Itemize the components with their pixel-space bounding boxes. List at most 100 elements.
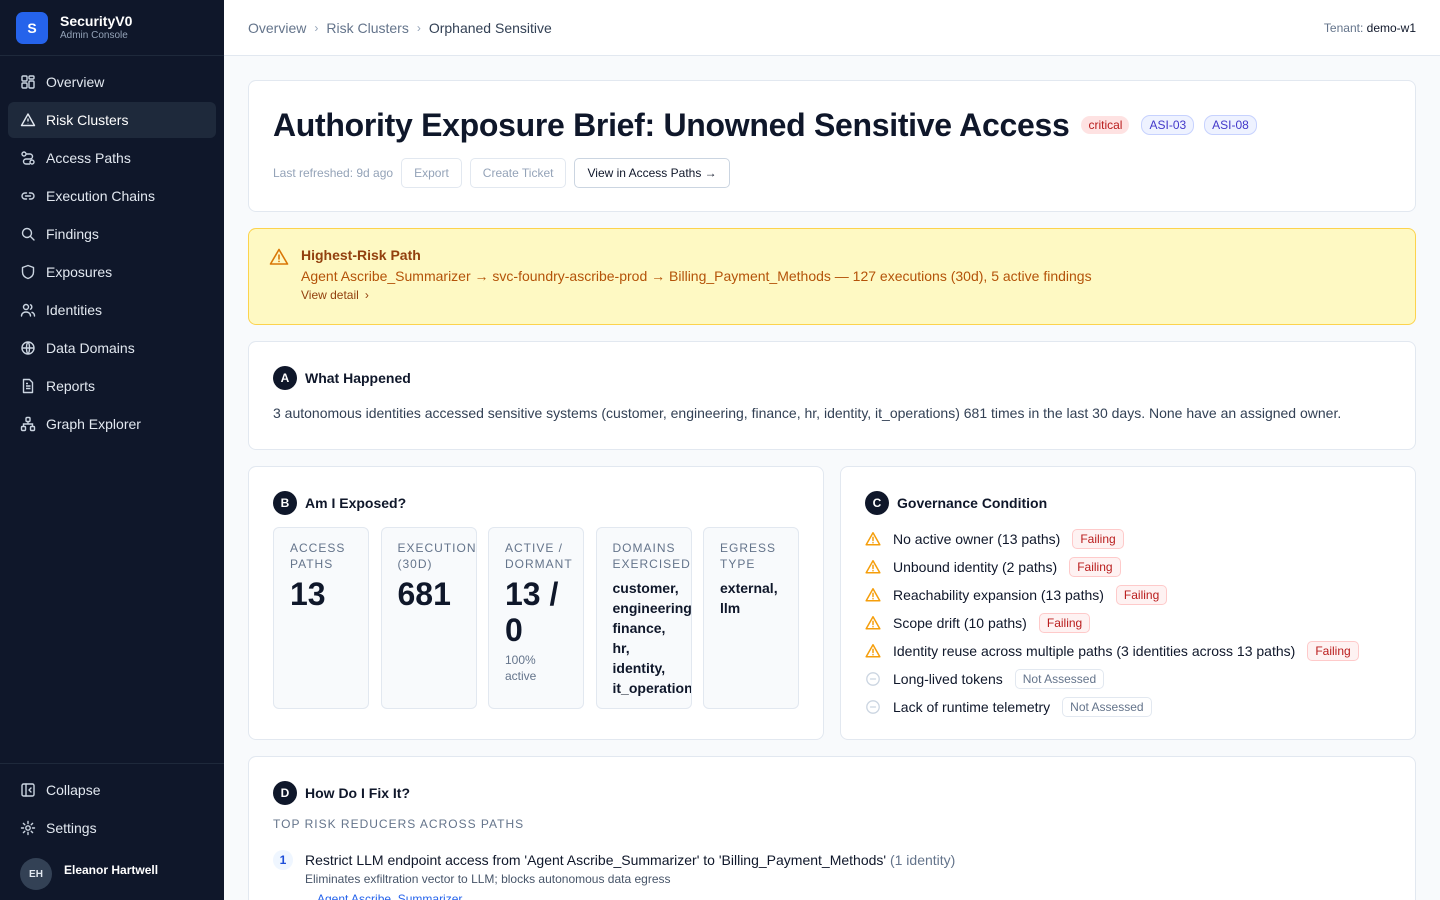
governance-item: Unbound identity (2 paths) Failing: [865, 553, 1391, 581]
view-detail-label: View detail: [301, 288, 359, 302]
create-ticket-button[interactable]: Create Ticket: [469, 158, 567, 188]
section-title: What Happened: [305, 370, 411, 386]
brand-subtitle: Admin Console: [60, 30, 128, 41]
governance-item: Reachability expansion (13 paths) Failin…: [865, 581, 1391, 609]
sidebar-item-reports[interactable]: Reports: [8, 368, 216, 404]
warning-triangle-icon: [865, 644, 881, 658]
alert-title: Highest-Risk Path: [301, 247, 421, 263]
sidebar-nav: Overview Risk Clusters Access Paths Exec…: [0, 56, 224, 442]
page-title: Authority Exposure Brief: Unowned Sensit…: [273, 106, 1070, 143]
sidebar-item-label: Risk Clusters: [46, 112, 129, 128]
user-profile[interactable]: EH Eleanor Hartwell: [8, 848, 216, 900]
status-badge: Not Assessed: [1014, 669, 1105, 689]
metric-label: Active / Dormant: [505, 541, 573, 571]
warning-triangle-icon: [20, 113, 36, 127]
breadcrumb: Overview › Risk Clusters › Orphaned Sens…: [248, 20, 552, 36]
metric-value: 681: [397, 576, 451, 612]
warning-triangle-icon: [865, 588, 881, 602]
sidebar-item-data-domains[interactable]: Data Domains: [8, 330, 216, 366]
collapse-label: Collapse: [46, 782, 101, 798]
metric-label: Executions (30D): [397, 541, 477, 571]
sidebar-item-label: Data Domains: [46, 340, 135, 356]
section-title: Governance Condition: [897, 495, 1048, 511]
main-content: Authority Exposure Brief: Unowned Sensit…: [248, 80, 1416, 900]
last-refreshed: Last refreshed: 9d ago: [273, 166, 394, 180]
warning-triangle-icon: [865, 532, 881, 546]
alert-body: Agent Ascribe_Summarizer → svc-foundry-a…: [301, 268, 1092, 284]
sidebar-item-label: Reports: [46, 378, 96, 394]
tenant-value: demo-w1: [1366, 20, 1416, 35]
sidebar-item-overview[interactable]: Overview: [8, 64, 216, 100]
warning-triangle-icon: [865, 616, 881, 630]
governance-item: Identity reuse across multiple paths (3 …: [865, 637, 1391, 665]
tag-badge: ASI-08: [1204, 115, 1257, 135]
tenant-label: Tenant:: [1323, 20, 1364, 35]
metric-access-paths: Access Paths 13: [273, 527, 369, 709]
governance-label: Identity reuse across multiple paths (3 …: [893, 643, 1296, 659]
status-badge: Failing: [1072, 529, 1124, 549]
settings-button[interactable]: Settings: [8, 810, 216, 846]
metric-label: Domains Exercised: [612, 541, 691, 571]
view-detail-link[interactable]: View detail ›: [301, 288, 1395, 302]
metric-domains-exercised: Domains Exercised customer, engineering,…: [595, 527, 692, 709]
fix-number: 1: [273, 850, 293, 870]
how-do-i-fix-section: D How Do I Fix It? Top Risk Reducers Acr…: [248, 756, 1416, 900]
status-badge: Not Assessed: [1062, 697, 1152, 717]
brand: S SecurityV0 Admin Console: [0, 0, 224, 56]
sidebar-item-graph-explorer[interactable]: Graph Explorer: [8, 406, 216, 442]
metric-text: external, llm: [720, 580, 778, 616]
avatar: EH: [20, 858, 52, 890]
fix-item: 1 Restrict LLM endpoint access from 'Age…: [273, 850, 1391, 900]
sidebar: S SecurityV0 Admin Console Overview Risk…: [0, 0, 224, 900]
globe-icon: [21, 341, 35, 355]
am-i-exposed-section: B Am I Exposed? Access Paths 13 Executio…: [248, 466, 824, 740]
status-badge: Failing: [1115, 585, 1168, 605]
section-title: Am I Exposed?: [305, 495, 407, 511]
link-icon: [21, 192, 35, 200]
view-in-access-paths-button[interactable]: View in Access Paths →: [574, 158, 730, 188]
brief-header: Authority Exposure Brief: Unowned Sensit…: [248, 80, 1416, 212]
sidebar-item-label: Graph Explorer: [46, 416, 141, 432]
sidebar-item-exposures[interactable]: Exposures: [8, 254, 216, 290]
export-button[interactable]: Export: [401, 158, 462, 188]
metric-active-dormant: Active / Dormant 13 / 0 100% active: [488, 527, 584, 709]
sidebar-item-access-paths[interactable]: Access Paths: [8, 140, 216, 176]
breadcrumb-risk-clusters[interactable]: Risk Clusters: [326, 20, 408, 36]
governance-label: No active owner (13 paths): [893, 531, 1061, 547]
governance-item: Lack of runtime telemetry Not Assessed: [865, 693, 1391, 721]
sidebar-item-label: Access Paths: [46, 150, 131, 166]
sidebar-item-risk-clusters[interactable]: Risk Clusters: [8, 102, 216, 138]
section-title: How Do I Fix It?: [305, 785, 410, 801]
metric-text: customer, engineering, finance, hr, iden…: [612, 580, 692, 696]
collapse-button[interactable]: Collapse: [8, 772, 216, 808]
sidebar-item-label: Overview: [46, 74, 105, 90]
what-happened-text: 3 autonomous identities accessed sensiti…: [273, 405, 1342, 421]
status-badge: Failing: [1069, 557, 1121, 577]
what-happened-section: A What Happened 3 autonomous identities …: [248, 341, 1416, 450]
fix-scope: (1 identity): [889, 852, 956, 868]
sidebar-item-identities[interactable]: Identities: [8, 292, 216, 328]
sidebar-item-label: Identities: [46, 302, 103, 318]
gear-icon: [20, 820, 36, 836]
metric-sub: 100% active: [505, 653, 537, 683]
warning-triangle-icon: [269, 248, 289, 265]
section-letter: B: [273, 491, 297, 515]
governance-label: Scope drift (10 paths): [893, 615, 1027, 631]
sidebar-item-execution-chains[interactable]: Execution Chains: [8, 178, 216, 214]
warning-triangle-icon: [865, 560, 881, 574]
topbar: Overview › Risk Clusters › Orphaned Sens…: [224, 0, 1440, 56]
fix-identity-link[interactable]: Agent Ascribe_Summarizer: [317, 888, 955, 900]
section-letter: D: [273, 781, 297, 805]
settings-label: Settings: [46, 820, 97, 836]
breadcrumb-overview[interactable]: Overview: [248, 20, 306, 36]
governance-condition-section: C Governance Condition No active owner (…: [840, 466, 1416, 740]
metric-value: 13: [290, 576, 326, 612]
sidebar-item-findings[interactable]: Findings: [8, 216, 216, 252]
governance-item: No active owner (13 paths) Failing: [865, 525, 1391, 553]
fix-description: Eliminates exfiltration vector to LLM; b…: [305, 872, 671, 886]
severity-badge: critical: [1081, 116, 1130, 134]
governance-label: Reachability expansion (13 paths): [893, 587, 1104, 603]
chevron-right-icon: ›: [416, 20, 421, 35]
breadcrumb-current: Orphaned Sensitive: [428, 19, 552, 36]
tag-badge: ASI-03: [1141, 115, 1195, 135]
